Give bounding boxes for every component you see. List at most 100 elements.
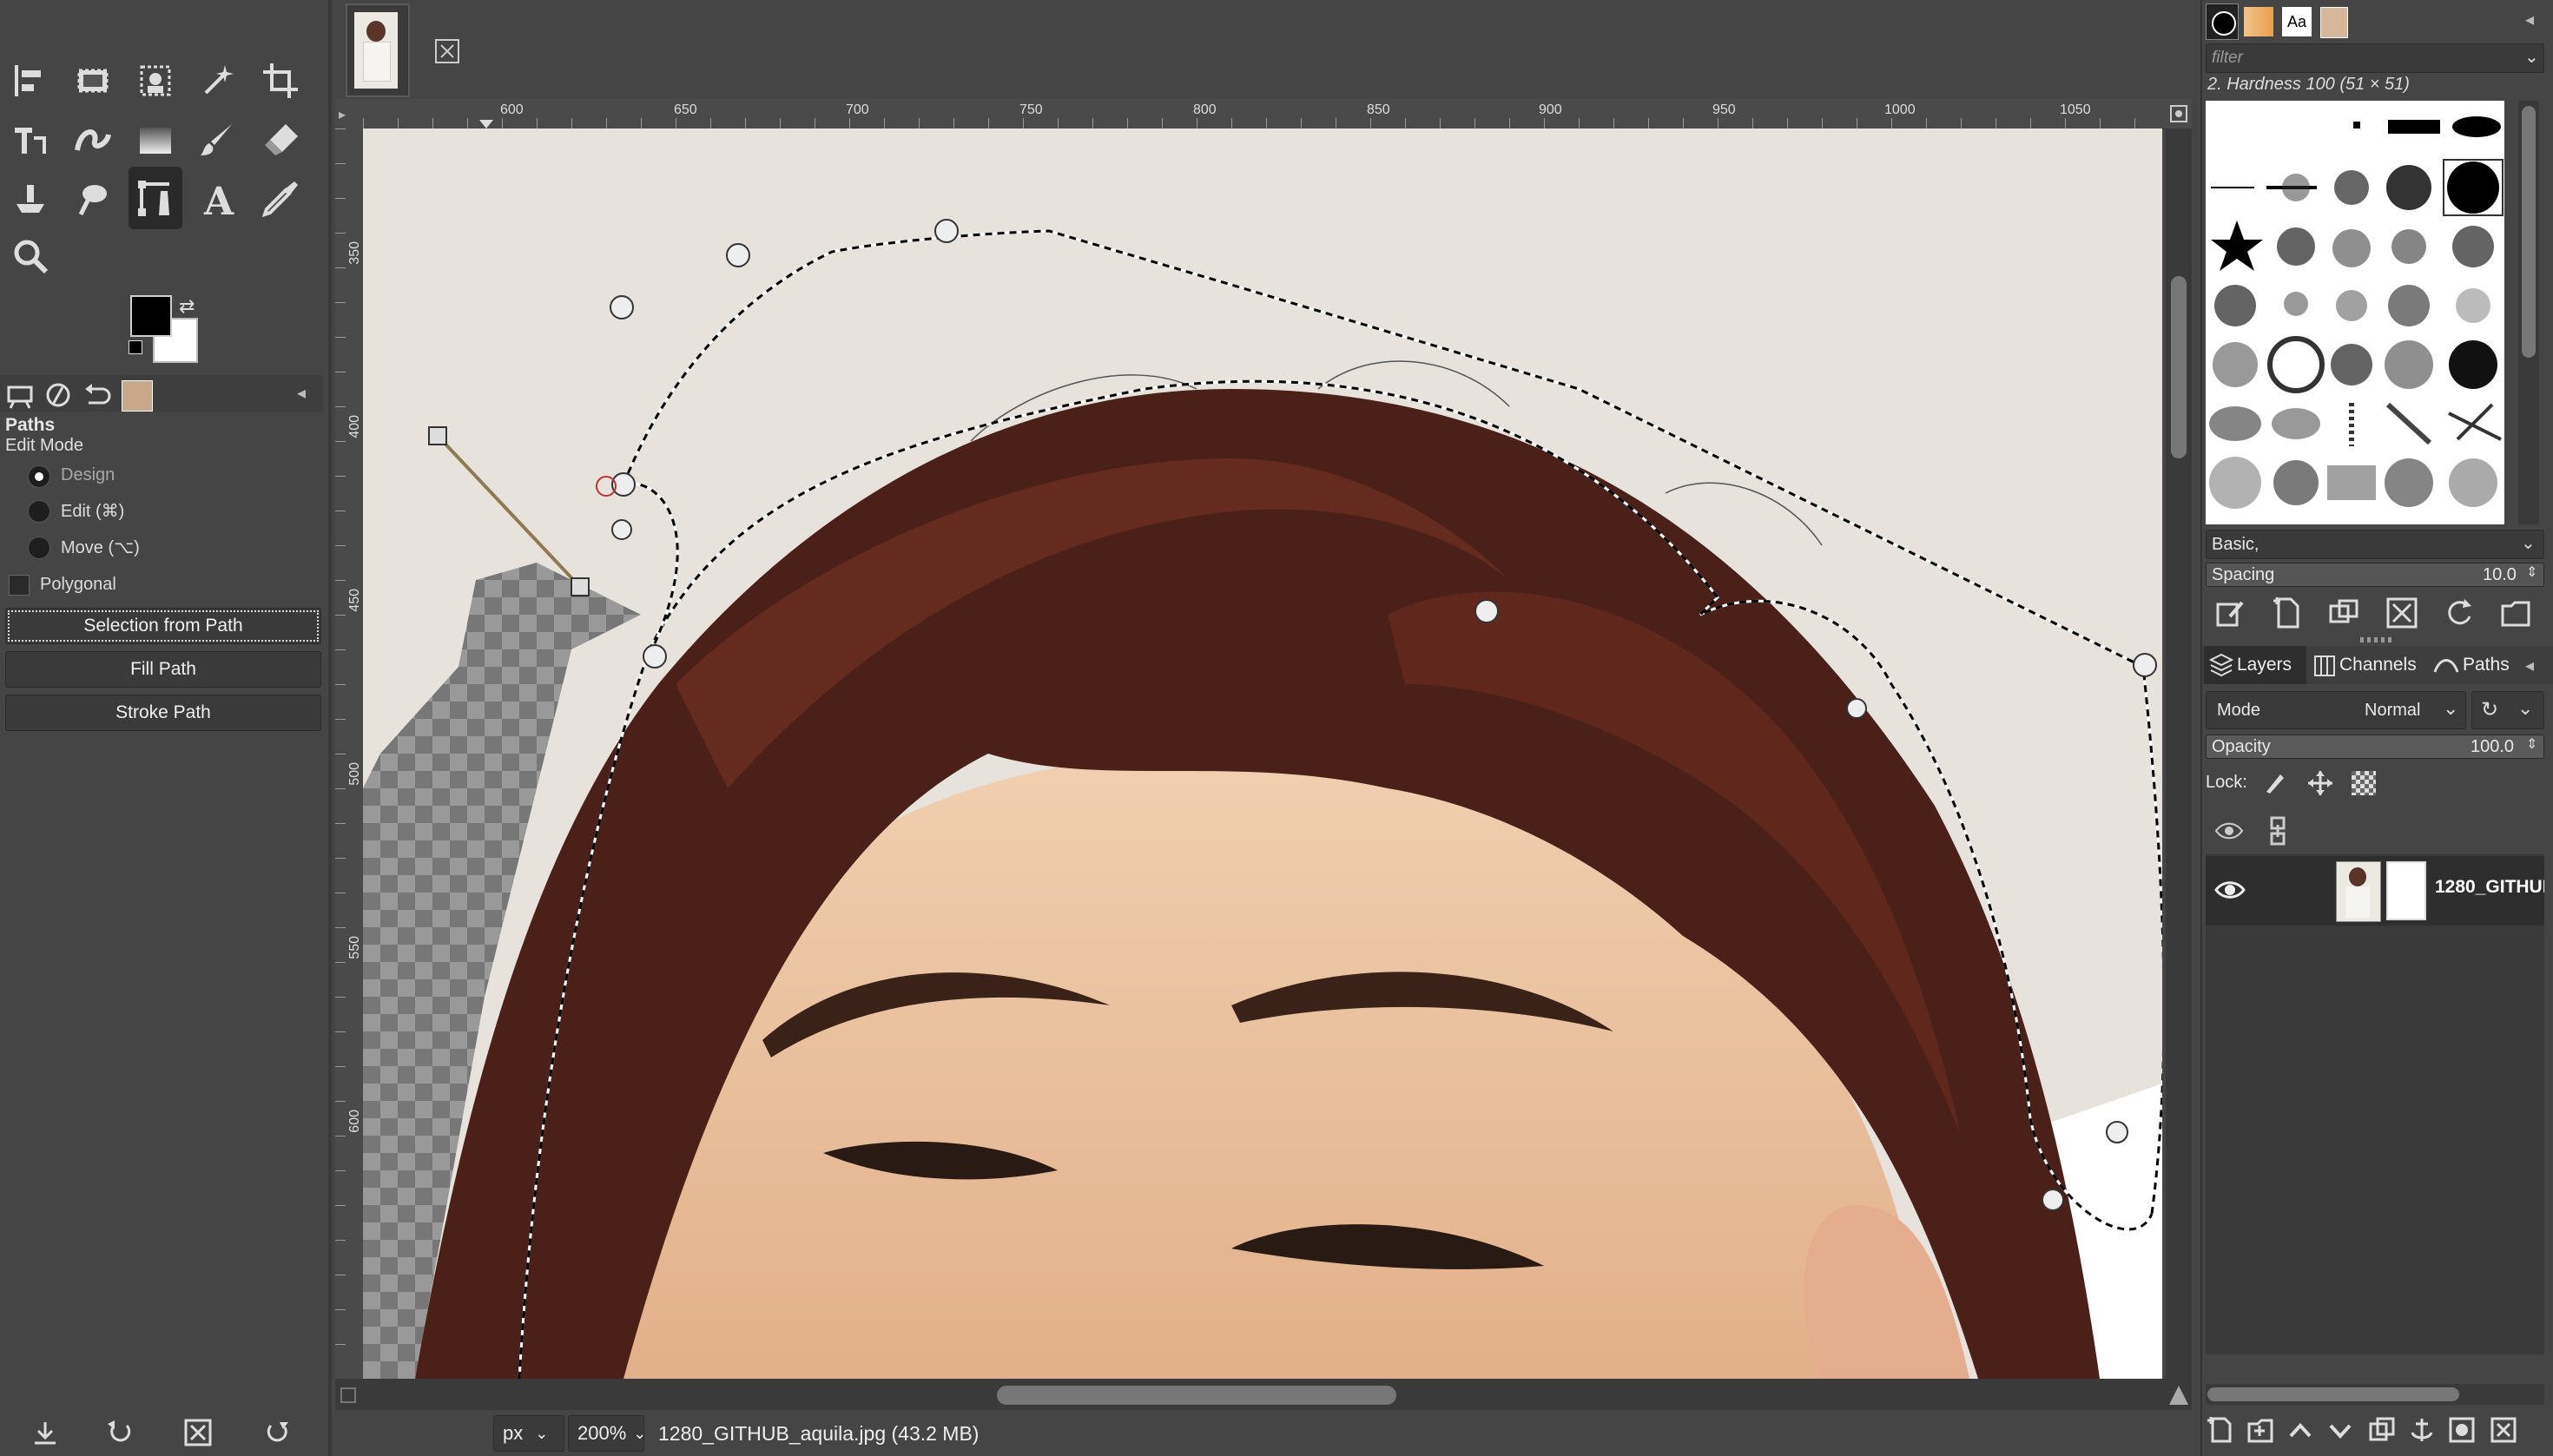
fonts-tab-icon[interactable]: Aa [2282,7,2312,36]
brushes-tab-icon[interactable] [2206,3,2239,40]
polygonal-checkbox[interactable] [9,575,30,596]
move-mode-label[interactable]: Move (⌥) [61,537,140,558]
open-brush-as-image-icon[interactable] [2499,596,2534,630]
tab-menu-icon[interactable]: ◂ [297,382,306,404]
save-options-icon[interactable] [30,1417,61,1448]
design-mode-radio[interactable] [28,465,50,488]
ruler-tick-label: 850 [1367,102,1390,117]
lock-alpha-icon[interactable] [2352,771,2376,795]
image-tab[interactable] [346,3,410,97]
tab-paths[interactable]: Paths [2431,646,2529,684]
close-image-tab-icon[interactable] [434,38,460,64]
images-tab-icon[interactable] [122,380,153,412]
unit-dropdown[interactable]: px ⌄ [493,1415,564,1452]
layers-hscrollbar[interactable] [2206,1384,2544,1405]
vertical-scroll-thumb[interactable] [2171,276,2187,458]
warp-transform-icon[interactable] [66,113,120,167]
layers-menu-icon[interactable]: ◂ [2525,655,2534,676]
lock-pixels-icon[interactable] [2261,769,2289,797]
edit-mode-label: Edit Mode [5,436,84,455]
zoom-icon[interactable] [3,229,57,283]
fill-path-button[interactable]: Fill Path [5,651,321,688]
ruler-tick-label: 650 [674,102,697,117]
image-canvas[interactable] [363,128,2162,1379]
new-layer-group-icon[interactable] [2246,1415,2275,1445]
tab-layers[interactable]: Layers [2204,646,2306,684]
chevron-down-icon: ⌄ [535,1424,549,1442]
clone-icon[interactable] [3,172,57,226]
layer-mode-dropdown[interactable]: Mode Normal ⌄ [2206,691,2466,729]
composite-mode-button[interactable]: ↻ ⌄ [2471,691,2544,729]
text-tool-icon[interactable]: A [191,172,245,226]
swap-colors-icon[interactable]: ⇄ [179,295,195,318]
raise-layer-icon[interactable] [2286,1415,2315,1445]
fuzzy-select-icon[interactable] [191,54,245,108]
spacing-slider[interactable]: Spacing 10.0 ⇕ [2206,563,2544,587]
align-icon[interactable] [3,54,57,108]
brush-filter-field[interactable]: filter ⌄ [2206,43,2544,73]
delete-layer-icon[interactable] [2489,1415,2518,1445]
new-layer-icon[interactable] [2206,1415,2235,1445]
undo-history-tab-icon[interactable] [82,380,111,410]
duplicate-brush-icon[interactable] [2327,596,2362,630]
horizontal-scroll-thumb[interactable] [997,1386,1396,1405]
color-picker-icon[interactable] [254,172,307,226]
brush-grid[interactable] [2206,101,2504,524]
edit-mode-radio[interactable] [28,500,50,523]
device-status-tab-icon[interactable] [43,380,73,410]
reset-options-icon[interactable] [262,1417,294,1448]
delete-brush-icon[interactable] [2385,596,2419,630]
unified-transform-icon[interactable] [3,113,57,167]
refresh-brushes-icon[interactable] [2442,596,2477,630]
foreground-select-icon[interactable] [129,54,182,108]
smudge-icon[interactable] [66,172,120,226]
restore-options-icon[interactable] [104,1417,135,1448]
edit-mode-option-label[interactable]: Edit (⌘) [61,500,124,522]
eraser-icon[interactable] [254,113,307,167]
brush-grid-scroll-thumb[interactable] [2522,106,2536,358]
dock-separator-handle[interactable] [2360,637,2395,642]
edit-brush-icon[interactable] [2213,596,2247,630]
new-brush-icon[interactable] [2270,596,2305,630]
zoom-dropdown[interactable]: 200% ⌄ [568,1415,646,1452]
patterns-tab-icon[interactable] [2244,7,2273,36]
spinner-icon[interactable]: ⇕ [2526,735,2537,753]
lower-layer-icon[interactable] [2325,1415,2355,1445]
delete-options-icon[interactable] [182,1417,214,1448]
vertical-scrollbar[interactable] [2166,128,2192,1379]
rect-select-icon[interactable] [66,54,120,108]
crop-icon[interactable] [254,54,307,108]
tool-options-tab-icon[interactable] [5,380,35,410]
layer-row[interactable]: 1280_GITHUB [2206,856,2544,926]
selection-from-path-button[interactable]: Selection from Path [5,608,321,644]
polygonal-label[interactable]: Polygonal [40,575,116,595]
eye-icon[interactable] [2214,877,2246,903]
horizontal-ruler[interactable]: 600 650 700 750 800 850 900 950 1000 105… [363,99,2166,129]
document-history-tab-icon[interactable] [2320,7,2348,38]
dock-menu-icon[interactable]: ◂ [2525,9,2534,30]
stroke-path-button[interactable]: Stroke Path [5,695,321,731]
design-mode-label[interactable]: Design [61,465,115,485]
layers-hscroll-thumb[interactable] [2207,1387,2459,1401]
opacity-slider[interactable]: Opacity 100.0 ⇕ [2206,735,2544,759]
move-mode-radio[interactable] [28,537,50,559]
brush-preset-dropdown[interactable]: Basic, ⌄ [2206,530,2544,559]
vertical-ruler[interactable]: 350 400 450 500 550 600 [335,128,364,1379]
tab-channels[interactable]: Channels [2310,646,2428,684]
spinner-icon[interactable]: ⇕ [2526,563,2537,581]
gradient-icon[interactable] [129,113,182,167]
quick-mask-corner[interactable]: ▸ [335,99,363,128]
brush-grid-scrollbar[interactable] [2518,101,2539,524]
foreground-color-swatch[interactable] [130,295,172,337]
lock-position-icon[interactable] [2306,769,2334,797]
add-layer-mask-icon[interactable] [2447,1415,2477,1445]
duplicate-layer-icon[interactable] [2367,1415,2397,1445]
default-colors-icon[interactable] [129,340,142,354]
navigate-corner[interactable] [2166,99,2192,128]
anchor-layer-icon[interactable] [2407,1415,2437,1445]
paintbrush-icon[interactable] [191,113,245,167]
paths-tool-icon[interactable] [129,167,182,229]
navigate-image-icon[interactable] [2166,1379,2192,1410]
horizontal-scrollbar[interactable] [363,1379,2166,1410]
layers-list[interactable]: 1280_GITHUB [2206,807,2544,1354]
